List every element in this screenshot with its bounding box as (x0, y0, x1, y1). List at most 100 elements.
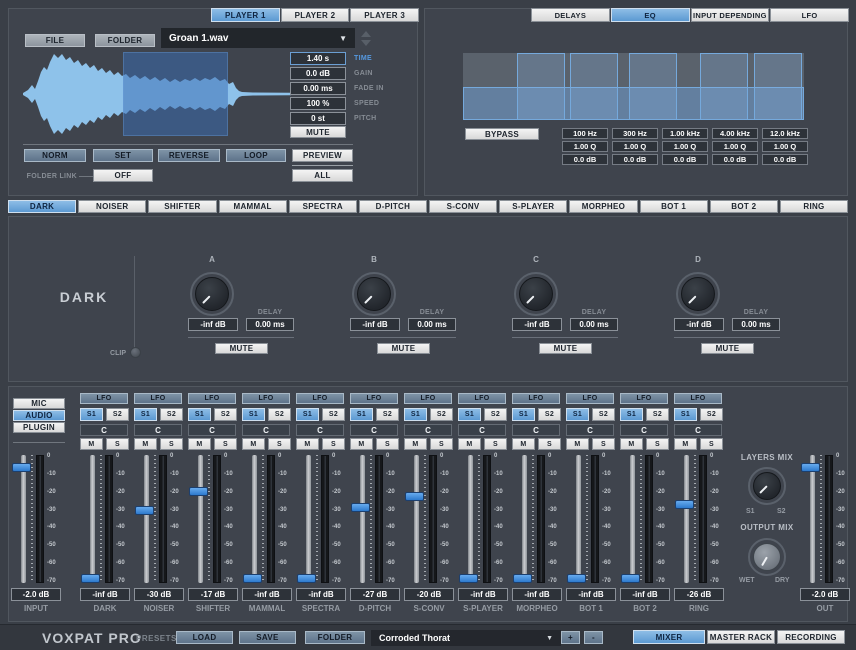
noiser-fader-handle[interactable] (135, 506, 154, 515)
spectra-fader-handle[interactable] (297, 574, 316, 583)
slot-a-level-knob[interactable] (190, 272, 234, 316)
shifter-pan-box[interactable]: C (188, 424, 236, 436)
tab-delays[interactable]: DELAYS (531, 8, 610, 22)
tab-input-depending[interactable]: INPUT DEPENDING (691, 8, 770, 22)
s-conv-pan-box[interactable]: C (404, 424, 452, 436)
bot-1-solo-button[interactable]: S (592, 438, 615, 450)
noiser-lfo-button[interactable]: LFO (134, 393, 182, 404)
input-fader-handle[interactable] (12, 463, 31, 472)
d-pitch-mute-button[interactable]: M (350, 438, 373, 450)
dark-solo-button[interactable]: S (106, 438, 129, 450)
param-time-value[interactable]: 1.40 s (290, 52, 346, 65)
spectra-lfo-button[interactable]: LFO (296, 393, 344, 404)
tab-bot-1[interactable]: BOT 1 (640, 200, 708, 213)
tab-eq[interactable]: EQ (611, 8, 690, 22)
shifter-s1-button[interactable]: S1 (188, 408, 211, 421)
load-preset-button[interactable]: LOAD (176, 631, 233, 644)
s-player-level-value[interactable]: -inf dB (458, 588, 508, 601)
noiser-s1-button[interactable]: S1 (134, 408, 157, 421)
slot-c-level-value[interactable]: -inf dB (512, 318, 562, 331)
bot-1-fader-handle[interactable] (567, 574, 586, 583)
waveform-selection[interactable] (123, 52, 228, 136)
eq-band-1[interactable] (517, 53, 565, 120)
file-select-dropdown[interactable]: Groan 1.wav ▼ (161, 28, 355, 48)
tab-shifter[interactable]: SHIFTER (148, 200, 216, 213)
shifter-solo-button[interactable]: S (214, 438, 237, 450)
slot-d-delay-value[interactable]: 0.00 ms (732, 318, 780, 331)
morpheo-pan-box[interactable]: C (512, 424, 560, 436)
bot-2-mute-button[interactable]: M (620, 438, 643, 450)
param-speed-value[interactable]: 100 % (290, 97, 346, 110)
dark-fader-handle[interactable] (81, 574, 100, 583)
ring-level-value[interactable]: -26 dB (674, 588, 724, 601)
file-button[interactable]: FILE (25, 34, 85, 47)
bot-1-pan-box[interactable]: C (566, 424, 614, 436)
morpheo-mute-button[interactable]: M (512, 438, 535, 450)
eq-band-4-q[interactable]: 1.00 Q (712, 141, 758, 152)
spectra-solo-button[interactable]: S (322, 438, 345, 450)
s-player-solo-button[interactable]: S (484, 438, 507, 450)
s-player-s1-button[interactable]: S1 (458, 408, 481, 421)
output-mix-knob[interactable] (748, 538, 786, 576)
bot-2-fader-handle[interactable] (621, 574, 640, 583)
file-next-arrow-icon[interactable] (361, 40, 371, 46)
out-level-value[interactable]: -2.0 dB (800, 588, 850, 601)
s-conv-s1-button[interactable]: S1 (404, 408, 427, 421)
tab-d-pitch[interactable]: D-PITCH (359, 200, 427, 213)
bot-1-lfo-button[interactable]: LFO (566, 393, 614, 404)
layers-mix-knob[interactable] (748, 467, 786, 505)
s-conv-solo-button[interactable]: S (430, 438, 453, 450)
eq-band-2-gain[interactable]: 0.0 dB (612, 154, 658, 165)
mammal-level-value[interactable]: -inf dB (242, 588, 292, 601)
mammal-fader-handle[interactable] (243, 574, 262, 583)
eq-band-3-gain[interactable]: 0.0 dB (662, 154, 708, 165)
s-player-lfo-button[interactable]: LFO (458, 393, 506, 404)
bot-2-pan-box[interactable]: C (620, 424, 668, 436)
s-conv-level-value[interactable]: -20 dB (404, 588, 454, 601)
shifter-lfo-button[interactable]: LFO (188, 393, 236, 404)
eq-band-2-q[interactable]: 1.00 Q (612, 141, 658, 152)
input-level-value[interactable]: -2.0 dB (11, 588, 61, 601)
shifter-level-value[interactable]: -17 dB (188, 588, 238, 601)
mammal-s1-button[interactable]: S1 (242, 408, 265, 421)
all-button[interactable]: ALL (292, 169, 353, 182)
d-pitch-level-value[interactable]: -27 dB (350, 588, 400, 601)
slot-b-delay-value[interactable]: 0.00 ms (408, 318, 456, 331)
s-conv-fader-handle[interactable] (405, 492, 424, 501)
eq-band-3-q[interactable]: 1.00 Q (662, 141, 708, 152)
dark-pan-box[interactable]: C (80, 424, 128, 436)
reverse-button[interactable]: REVERSE (158, 149, 220, 162)
morpheo-s2-button[interactable]: S2 (538, 408, 561, 421)
bot-2-s2-button[interactable]: S2 (646, 408, 669, 421)
waveform-display[interactable] (23, 52, 291, 136)
morpheo-lfo-button[interactable]: LFO (512, 393, 560, 404)
slot-c-mute-button[interactable]: MUTE (539, 343, 592, 354)
tab-mammal[interactable]: MAMMAL (219, 200, 287, 213)
folder-preset-button[interactable]: FOLDER (305, 631, 365, 644)
s-player-pan-box[interactable]: C (458, 424, 506, 436)
s-player-s2-button[interactable]: S2 (484, 408, 507, 421)
tab-s-player[interactable]: S-PLAYER (499, 200, 567, 213)
eq-band-5-freq[interactable]: 12.0 kHz (762, 128, 808, 139)
bot-2-level-value[interactable]: -inf dB (620, 588, 670, 601)
eq-band-2[interactable] (570, 53, 618, 120)
preset-select-dropdown[interactable]: Corroded Thorat ▼ (371, 630, 561, 646)
eq-band-3[interactable] (629, 53, 677, 120)
d-pitch-s1-button[interactable]: S1 (350, 408, 373, 421)
eq-band-1-gain[interactable]: 0.0 dB (562, 154, 608, 165)
ring-fader-handle[interactable] (675, 500, 694, 509)
eq-band-5-gain[interactable]: 0.0 dB (762, 154, 808, 165)
param-fade-in-value[interactable]: 0.00 ms (290, 82, 346, 95)
eq-band-5[interactable] (754, 53, 802, 120)
mammal-solo-button[interactable]: S (268, 438, 291, 450)
slot-a-mute-button[interactable]: MUTE (215, 343, 268, 354)
save-preset-button[interactable]: SAVE (239, 631, 296, 644)
tab-lfo[interactable]: LFO (770, 8, 849, 22)
ring-lfo-button[interactable]: LFO (674, 393, 722, 404)
d-pitch-pan-box[interactable]: C (350, 424, 398, 436)
tab-bot-2[interactable]: BOT 2 (710, 200, 778, 213)
tab-dark[interactable]: DARK (8, 200, 76, 213)
slot-d-level-value[interactable]: -inf dB (674, 318, 724, 331)
dark-s1-button[interactable]: S1 (80, 408, 103, 421)
shifter-mute-button[interactable]: M (188, 438, 211, 450)
